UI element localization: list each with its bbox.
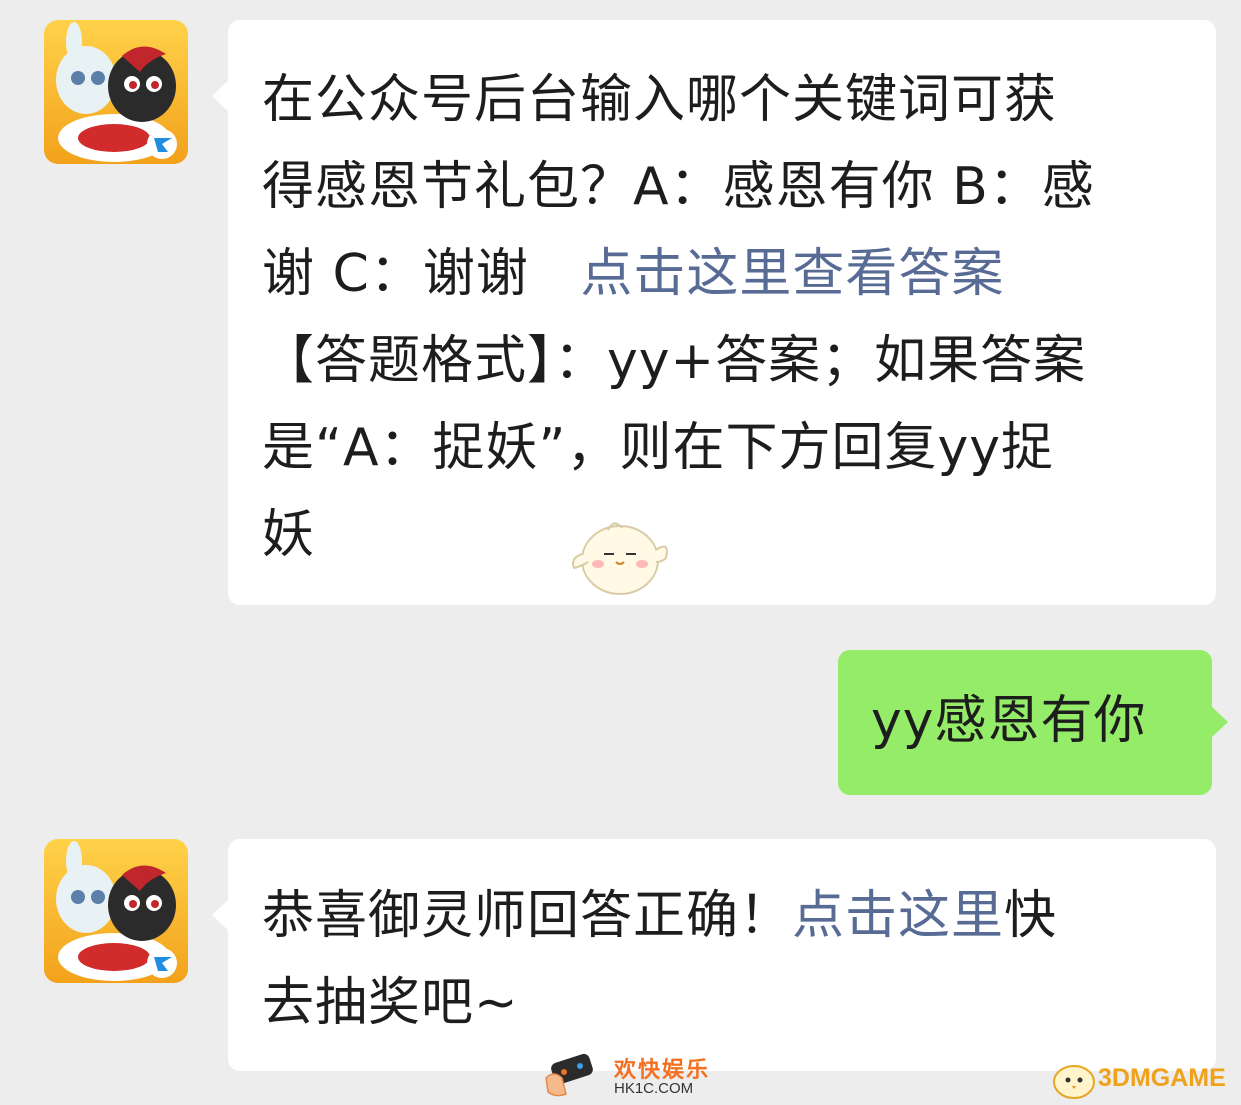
question-line-1: 在公众号后台输入哪个关键词可获 bbox=[262, 70, 1058, 130]
question-line-2: 得感恩节礼包？A：感恩有你 B：感 bbox=[262, 157, 1095, 217]
result-text: 恭喜御灵师回答正确！点击这里快 去抽奖吧~ bbox=[262, 873, 1057, 1047]
gamepad-hand-icon bbox=[545, 1053, 593, 1097]
reply-text: yy感恩有你 bbox=[871, 691, 1147, 751]
watermark-hk1c: 欢快娱乐 HK1C.COM bbox=[540, 1048, 710, 1100]
watermark-right-name: 3DMGAME bbox=[1098, 1064, 1226, 1092]
question-line-3: 谢 C：谢谢 点击这里查看答案 bbox=[262, 231, 1095, 318]
question-text: 在公众号后台输入哪个关键词可获 得感恩节礼包？A：感恩有你 B：感 谢 C：谢谢… bbox=[262, 57, 1095, 579]
chick-emoji-icon bbox=[568, 510, 672, 600]
message-bubble-reply[interactable]: yy感恩有你 bbox=[838, 650, 1228, 795]
official-account-avatar[interactable] bbox=[44, 20, 188, 164]
question-line-3-text: 谢 C：谢谢 bbox=[262, 244, 529, 304]
result-line-1-prefix: 恭喜御灵师回答正确！ bbox=[262, 886, 793, 946]
question-line-5: 是“A：捉妖”，则在下方回复yy捉 bbox=[262, 418, 1054, 478]
lottery-link[interactable]: 点击这里 bbox=[792, 886, 1004, 946]
game-logo-icon bbox=[44, 839, 188, 983]
result-line-1-suffix: 快 bbox=[1004, 886, 1058, 946]
game-logo-icon bbox=[44, 20, 188, 164]
watermark-left-url: HK1C.COM bbox=[614, 1080, 694, 1097]
message-bubble-question[interactable]: 在公众号后台输入哪个关键词可获 得感恩节礼包？A：感恩有你 B：感 谢 C：谢谢… bbox=[212, 20, 1216, 605]
chick-logo-icon bbox=[1053, 1065, 1095, 1099]
watermark-3dmgame: 3DMGAME bbox=[1048, 1056, 1238, 1102]
question-line-6: 妖 bbox=[262, 505, 316, 565]
result-line-1: 恭喜御灵师回答正确！点击这里快 bbox=[262, 873, 1057, 960]
message-bubble-result[interactable]: 恭喜御灵师回答正确！点击这里快 去抽奖吧~ bbox=[212, 839, 1216, 1071]
question-line-4: 【答题格式】：yy+答案；如果答案 bbox=[262, 331, 1087, 391]
result-line-2: 去抽奖吧~ bbox=[262, 973, 519, 1033]
view-answer-link[interactable]: 点击这里查看答案 bbox=[580, 244, 1004, 304]
official-account-avatar[interactable] bbox=[44, 839, 188, 983]
